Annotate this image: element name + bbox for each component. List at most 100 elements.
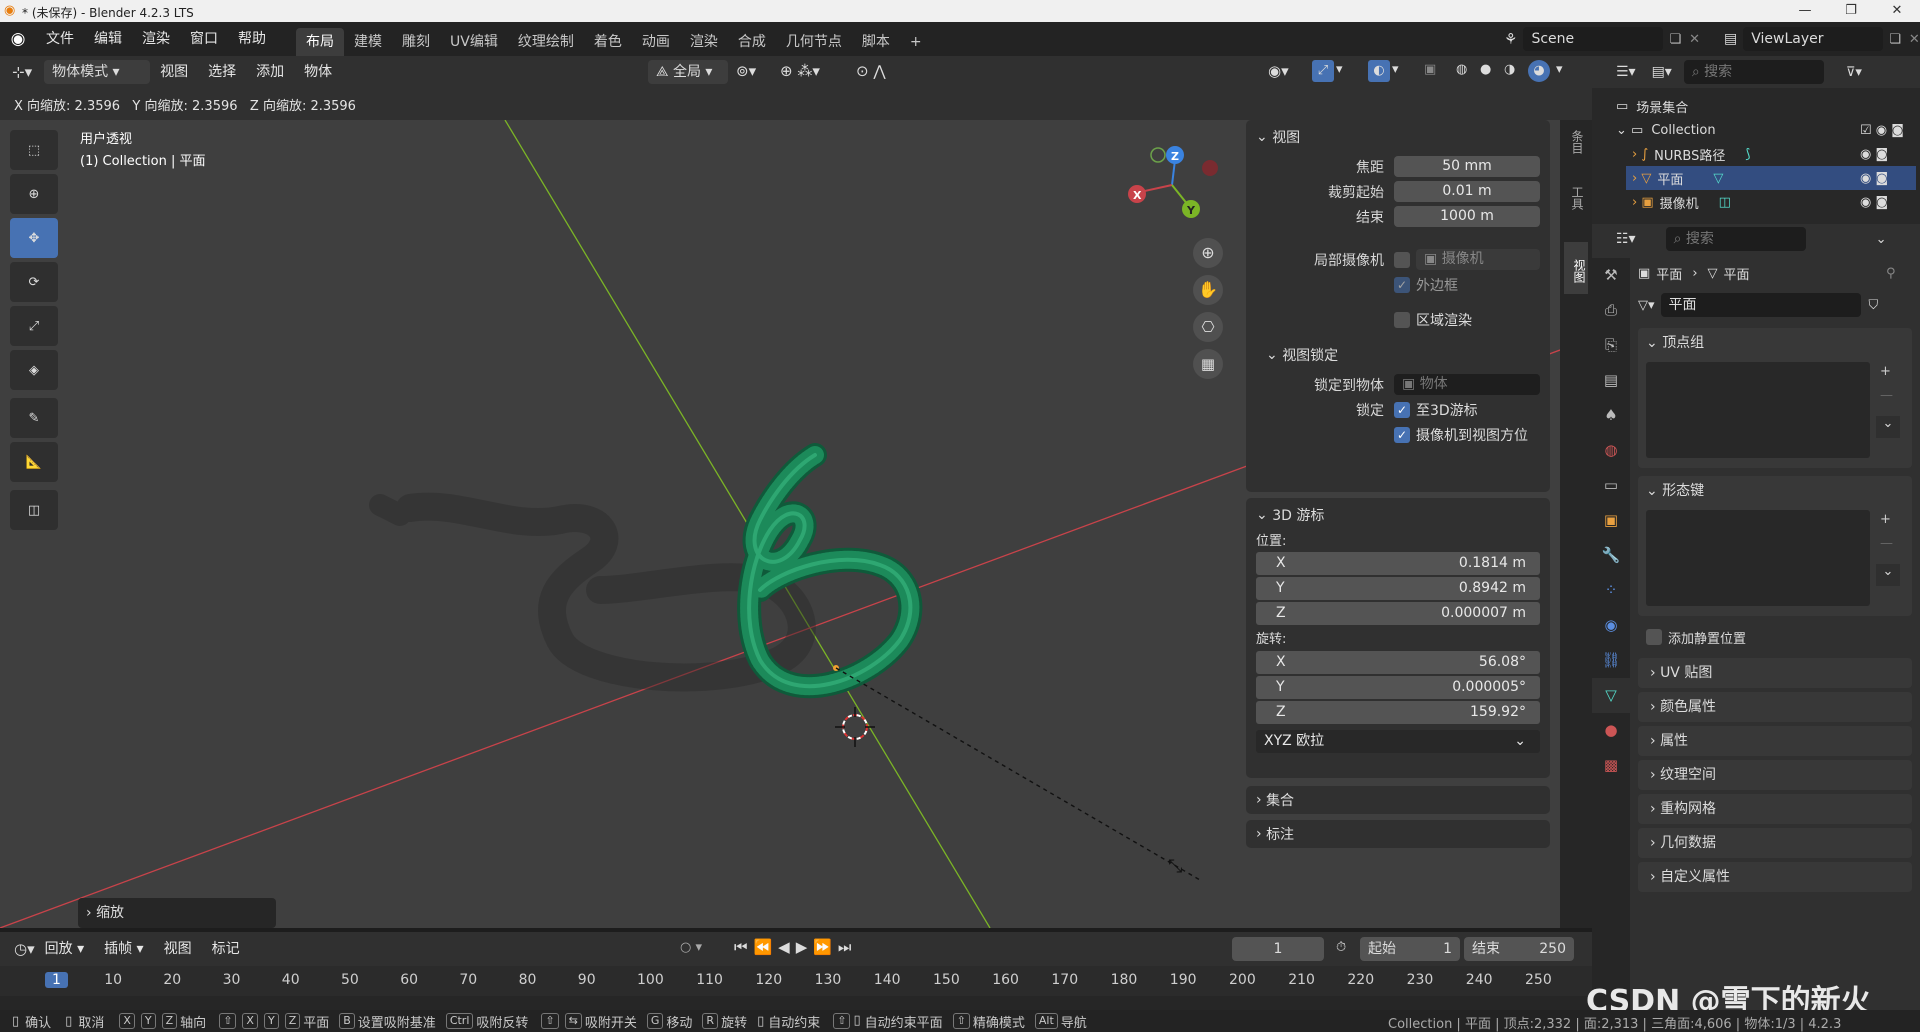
overlay-dropdown-icon[interactable]: ▾ <box>1392 62 1399 77</box>
3d-cursor-header[interactable]: ⌄ 3D 游标 <box>1246 498 1550 532</box>
collection-tab-icon[interactable]: ▭ <box>1592 468 1630 503</box>
tab-shading[interactable]: 着色 <box>584 28 632 56</box>
perspective-grid-icon[interactable]: ▦ <box>1193 349 1223 379</box>
gizmo-toggle-icon[interactable]: ⤢ <box>1312 60 1334 82</box>
playback-controls[interactable]: ⏮⏪◀▶⏩⏭ <box>734 938 857 956</box>
viewlayer-icon[interactable]: ▤ <box>1724 31 1737 47</box>
scene-field[interactable]: Scene <box>1523 27 1664 51</box>
modifier-tab-icon[interactable]: 🔧 <box>1592 538 1630 573</box>
shape-keys-list[interactable] <box>1646 510 1870 606</box>
constraints-tab-icon[interactable]: ⛓ <box>1592 643 1630 678</box>
tab-animation[interactable]: 动画 <box>632 28 680 56</box>
add-workspace-button[interactable]: + <box>900 28 932 56</box>
cursor-rx-field[interactable]: X 56.08° <box>1256 651 1540 674</box>
tab-rendering[interactable]: 渲染 <box>680 28 728 56</box>
lock-object-field[interactable]: ▣ 物体 <box>1394 374 1540 395</box>
region-render-checkbox[interactable] <box>1394 311 1410 328</box>
remesh-panel[interactable]: › 重构网格 <box>1638 794 1912 824</box>
annotation-panel-header[interactable]: › 标注 <box>1246 820 1550 848</box>
tab-compositing[interactable]: 合成 <box>728 28 776 56</box>
menu-file[interactable]: 文件 <box>36 22 84 56</box>
display-mode-icon[interactable]: ▤▾ <box>1652 64 1672 80</box>
move-tool[interactable]: ✥ <box>10 218 58 258</box>
menu-help[interactable]: 帮助 <box>228 22 276 56</box>
shape-keys-header[interactable]: ⌄ 形态键 <box>1638 476 1912 506</box>
remove-vertex-group-button[interactable]: — <box>1880 388 1893 403</box>
cursor-ry-field[interactable]: Y 0.000005° <box>1256 676 1540 699</box>
menu-select[interactable]: 选择 <box>198 56 246 88</box>
filter-icon[interactable]: ⊽▾ <box>1846 65 1862 80</box>
shading-rendered-icon[interactable]: ◕ <box>1528 60 1550 82</box>
add-cube-tool[interactable]: ◫ <box>10 490 58 530</box>
uv-maps-panel[interactable]: › UV 贴图 <box>1638 658 1912 688</box>
rotate-tool[interactable]: ⟳ <box>10 262 58 302</box>
properties-editor-icon[interactable]: ☷▾ <box>1616 231 1636 247</box>
collection-checkbox-icon[interactable]: ☑ ◉ ◙ <box>1860 123 1904 138</box>
output-tab-icon[interactable]: ⎘ <box>1592 328 1630 363</box>
shading-dropdown-icon[interactable]: ▾ <box>1556 62 1563 77</box>
cursor-rz-field[interactable]: Z 159.92° <box>1256 701 1540 724</box>
cursor-x-field[interactable]: X 0.1814 m <box>1256 552 1540 575</box>
shading-material-icon[interactable]: ◑ <box>1504 62 1515 77</box>
menu-marker[interactable]: 标记 <box>202 932 250 966</box>
cursor-z-field[interactable]: Z 0.000007 m <box>1256 602 1540 625</box>
tab-item[interactable]: 条目 <box>1566 130 1586 178</box>
collection-row[interactable]: ⌄ ▭ Collection ☑ ◉ ◙ <box>1616 118 1916 142</box>
camera-view-icon[interactable]: ⎔ <box>1193 312 1223 342</box>
add-shape-key-button[interactable]: + <box>1880 512 1891 527</box>
vertex-groups-header[interactable]: ⌄ 顶点组 <box>1638 328 1912 358</box>
outliner-editor-icon[interactable]: ☰▾ <box>1616 64 1636 80</box>
timeline-track[interactable] <box>0 996 1592 1010</box>
mesh-datablock[interactable]: ▽▾ 平面 ⛉ <box>1638 292 1912 318</box>
outliner-search[interactable]: ⌕ 搜索 <box>1683 60 1824 84</box>
remove-shape-key-button[interactable]: — <box>1880 536 1893 551</box>
properties-options-icon[interactable]: ⌄ <box>1876 232 1887 247</box>
geometry-data-panel[interactable]: › 几何数据 <box>1638 828 1912 858</box>
blender-menu-icon[interactable]: ◉ <box>0 29 36 49</box>
tab-layout[interactable]: 布局 <box>296 28 344 56</box>
start-frame-field[interactable]: 起始 1 <box>1360 937 1460 961</box>
plane-visibility-icons[interactable]: ◉ ◙ <box>1860 171 1888 186</box>
frame-ruler[interactable]: 1 10 20 30 40 50 60 70 80 90 100 110 120 130 140 150 160… <box>0 966 1592 996</box>
pivot-icon[interactable]: ⊚▾ <box>736 62 756 80</box>
local-camera-field[interactable]: ▣ 摄像机 <box>1416 249 1540 270</box>
snap-icon[interactable]: ⊕ ⁂▾ <box>780 62 820 80</box>
current-frame-field[interactable]: 1 <box>1232 937 1324 961</box>
menu-add[interactable]: 添加 <box>246 56 294 88</box>
mode-dropdown[interactable]: 物体模式 ▾ <box>44 60 151 84</box>
menu-keying[interactable]: 插帧 ▾ <box>94 932 153 966</box>
view-layer-tab-icon[interactable]: ▤ <box>1592 363 1630 398</box>
gizmo-dropdown-icon[interactable]: ▾ <box>1336 62 1343 77</box>
editor-type-icon[interactable]: ⊹▾ <box>12 63 32 81</box>
world-tab-icon[interactable]: ◍ <box>1592 433 1630 468</box>
camera-to-view-checkbox[interactable]: ✓ <box>1394 426 1410 443</box>
last-operator-panel[interactable]: › 缩放 <box>78 898 276 928</box>
lock-cursor-checkbox[interactable]: ✓ <box>1394 401 1410 418</box>
clip-end-field[interactable]: 1000 m <box>1394 206 1540 227</box>
scene-icon[interactable]: ⚘ <box>1504 30 1517 48</box>
select-box-tool[interactable]: ⬚ <box>10 130 58 170</box>
end-frame-field[interactable]: 结束 250 <box>1464 937 1574 961</box>
menu-timeline-view[interactable]: 视图 <box>154 932 202 966</box>
auto-key-icon[interactable]: ○ ▾ <box>680 940 702 955</box>
menu-object[interactable]: 物体 <box>294 56 342 88</box>
scene-collection-row[interactable]: ▭ 场景集合 <box>1616 94 1688 118</box>
tab-geometry-nodes[interactable]: 几何节点 <box>776 28 852 56</box>
add-rest-position-row[interactable]: 添加静置位置 <box>1646 624 1746 650</box>
preview-range-icon[interactable]: ⏱ <box>1336 940 1346 955</box>
vertex-groups-list[interactable] <box>1646 362 1870 458</box>
tab-tool[interactable]: 工具 <box>1566 186 1586 234</box>
cursor-y-field[interactable]: Y 0.8942 m <box>1256 577 1540 600</box>
particles-tab-icon[interactable]: ⁘ <box>1592 573 1630 608</box>
texture-space-panel[interactable]: › 纹理空间 <box>1638 760 1912 790</box>
vertex-group-menu-button[interactable]: ⌄ <box>1876 416 1900 438</box>
measure-tool[interactable]: 📐 <box>10 442 58 482</box>
outliner-item-camera[interactable]: › ▣ 摄像机 ◫ ◉ ◙ <box>1632 190 1916 214</box>
tab-view[interactable]: 视图 <box>1564 242 1588 294</box>
cursor-tool[interactable]: ⊕ <box>10 174 58 214</box>
close-button[interactable]: ✕ <box>1874 0 1920 22</box>
rotation-mode-dropdown[interactable]: XYZ 欧拉 ⌄ <box>1256 730 1540 753</box>
timeline-editor-icon[interactable]: ◷▾ <box>14 940 35 958</box>
properties-search[interactable]: ⌕ 搜索 <box>1665 227 1806 251</box>
menu-edit[interactable]: 编辑 <box>84 22 132 56</box>
